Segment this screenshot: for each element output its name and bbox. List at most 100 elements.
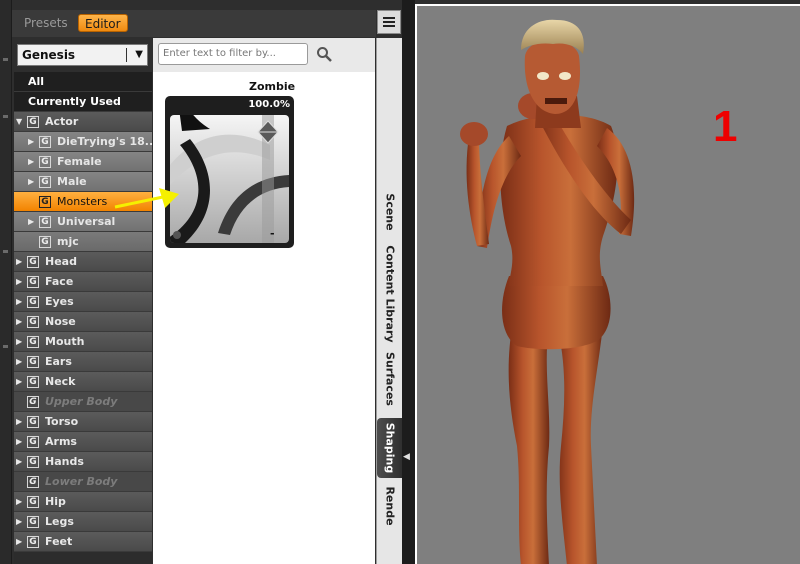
side-tab-label: Rende: [383, 486, 397, 526]
morph-thumbnail: -: [170, 115, 289, 243]
chevron-right-icon[interactable]: ▶: [16, 312, 22, 332]
chevron-right-icon[interactable]: ▶: [16, 272, 22, 292]
group-icon: G: [27, 516, 39, 528]
tree-item[interactable]: ▶ G Legs: [14, 512, 152, 532]
side-tab-bar: Scene Content Library Surfaces Shaping Rende: [376, 38, 403, 564]
tree-item-label: Eyes: [45, 295, 74, 308]
group-icon: G: [39, 216, 51, 228]
group-icon: G: [27, 316, 39, 328]
chevron-right-icon[interactable]: ▶: [16, 512, 22, 532]
chevron-right-icon[interactable]: ▶: [16, 332, 22, 352]
tree-item[interactable]: ▶ G Head: [14, 252, 152, 272]
search-icon[interactable]: [316, 46, 332, 62]
dropdown-separator: [126, 48, 127, 62]
tree-item[interactable]: ▶ G Ears: [14, 352, 152, 372]
tree-item-label: Upper Body: [45, 395, 118, 408]
side-tab-rende[interactable]: Rende: [377, 486, 403, 526]
chevron-right-icon[interactable]: ▶: [28, 152, 34, 172]
chevron-right-icon[interactable]: ▶: [16, 432, 22, 452]
tree-item[interactable]: ▶ G Hip: [14, 492, 152, 512]
tree-item-label: Monsters: [57, 195, 108, 208]
tree-item[interactable]: ▶ G Female: [14, 152, 152, 172]
chevron-right-icon[interactable]: ▶: [28, 172, 34, 192]
group-icon: G: [27, 536, 39, 548]
chevron-right-icon[interactable]: ▶: [16, 532, 22, 552]
group-icon: G: [27, 456, 39, 468]
tree-item[interactable]: ▶ G Eyes: [14, 292, 152, 312]
3d-viewport[interactable]: 1: [415, 4, 800, 564]
side-tab-shaping[interactable]: Shaping: [377, 418, 403, 478]
chevron-down-icon[interactable]: ▼: [16, 112, 22, 132]
chevron-right-icon[interactable]: ▶: [16, 372, 22, 392]
group-icon: G: [27, 496, 39, 508]
daz-studio-window: Presets Editor Genesis ▼ All Currently U…: [0, 0, 800, 564]
chevron-right-icon[interactable]: ▶: [28, 132, 34, 152]
tree-item-label: Universal: [57, 215, 116, 228]
chevron-right-icon[interactable]: ▶: [16, 412, 22, 432]
chevron-right-icon[interactable]: ▶: [28, 212, 34, 232]
tree-item-label: Feet: [45, 535, 73, 548]
tree-item-label: DieTrying's 18...: [57, 135, 152, 148]
tree-item-label: Legs: [45, 515, 74, 528]
tree-item[interactable]: G Lower Body: [14, 472, 152, 492]
tree-item[interactable]: Gmjc: [14, 232, 152, 252]
group-icon: G: [27, 416, 39, 428]
tree-item[interactable]: ▶ G Universal: [14, 212, 152, 232]
tree-item[interactable]: ▶ G Arms: [14, 432, 152, 452]
tree-item-label: Hip: [45, 495, 66, 508]
tree-item[interactable]: ▶ G Neck: [14, 372, 152, 392]
menu-line-icon: [383, 21, 395, 23]
side-tab-scene[interactable]: Scene: [377, 182, 403, 242]
side-tab-surfaces[interactable]: Surfaces: [377, 346, 403, 412]
chevron-right-icon[interactable]: ▶: [16, 252, 22, 272]
toolbar-nub: [3, 250, 8, 253]
group-icon: G: [27, 336, 39, 348]
tree-item-label: Currently Used: [28, 95, 121, 108]
tab-editor[interactable]: Editor: [78, 14, 128, 32]
group-icon: G: [39, 156, 51, 168]
toolbar-nub: [3, 345, 8, 348]
tree-item[interactable]: ▶ G Torso: [14, 412, 152, 432]
group-icon: G: [27, 296, 39, 308]
filter-input[interactable]: Enter text to filter by...: [158, 43, 308, 65]
tree-item-label: Nose: [45, 315, 76, 328]
tree-item-label: Hands: [45, 455, 84, 468]
tree-item-label: Neck: [45, 375, 76, 388]
tree-item[interactable]: ▶ G Feet: [14, 532, 152, 552]
chevron-right-icon[interactable]: ▶: [16, 292, 22, 312]
side-tab-label: Scene: [383, 193, 397, 231]
tree-item[interactable]: ▶ G Face: [14, 272, 152, 292]
pane-menu-button[interactable]: [377, 10, 401, 34]
tree-item[interactable]: ▶ G DieTrying's 18...: [14, 132, 152, 152]
tree-item-label: Head: [45, 255, 77, 268]
tree-item-label: Lower Body: [45, 475, 118, 488]
collapse-pane-icon[interactable]: ◀: [403, 452, 410, 462]
side-tab-label: Shaping: [383, 422, 397, 474]
morph-tile-zombie[interactable]: 100.0% -: [165, 96, 294, 248]
group-icon: G: [27, 436, 39, 448]
group-icon: G: [39, 236, 51, 248]
tree-item-all[interactable]: All: [14, 72, 152, 92]
figure-selector-dropdown[interactable]: Genesis ▼: [17, 44, 148, 66]
group-icon: G: [27, 476, 39, 488]
tree-item[interactable]: ▼ G Actor: [14, 112, 152, 132]
tree-item[interactable]: ▶ G Mouth: [14, 332, 152, 352]
side-tab-content-library[interactable]: Content Library: [377, 245, 403, 342]
annotation-arrow-icon: [114, 188, 179, 209]
chevron-right-icon[interactable]: ▶: [16, 352, 22, 372]
tree-item-currently-used[interactable]: Currently Used: [14, 92, 152, 112]
logo-spike-icon: [179, 115, 210, 131]
tree-item[interactable]: G Upper Body: [14, 392, 152, 412]
tree-item[interactable]: ▶ G Nose: [14, 312, 152, 332]
tab-presets[interactable]: Presets: [18, 14, 74, 32]
viewport-divider: [402, 0, 415, 564]
pane-tab-bar: Presets Editor: [12, 10, 376, 37]
chevron-right-icon[interactable]: ▶: [16, 452, 22, 472]
chevron-right-icon[interactable]: ▶: [16, 492, 22, 512]
group-icon: G: [27, 376, 39, 388]
tree-item[interactable]: ▶ G Hands: [14, 452, 152, 472]
figure-selector-value: Genesis: [22, 48, 76, 62]
tree-item-label: Male: [57, 175, 87, 188]
tree-item-label: Actor: [45, 115, 79, 128]
tree-item-label: Mouth: [45, 335, 85, 348]
